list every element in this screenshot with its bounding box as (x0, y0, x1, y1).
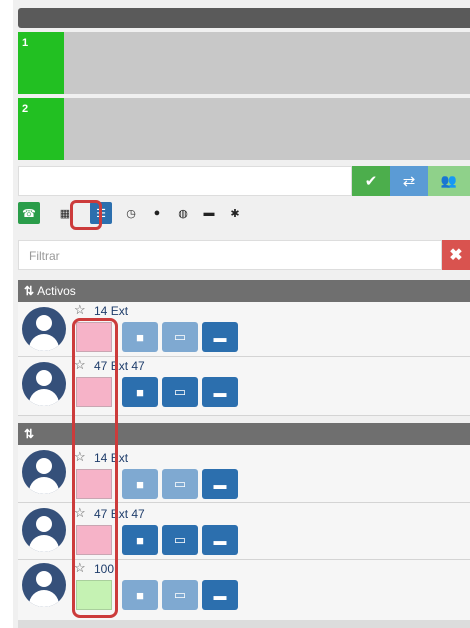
line-1[interactable]: 1 (18, 32, 470, 94)
chat-button[interactable]: ▬ (202, 525, 238, 555)
avatar (22, 362, 66, 406)
filter-input[interactable]: Filtrar (18, 240, 442, 270)
line-2-indicator: 2 (18, 98, 64, 160)
video-icon: ■ (136, 329, 144, 345)
video-icon: ■ (136, 476, 144, 492)
avatar (22, 508, 66, 552)
chat-button[interactable]: ▬ (202, 580, 238, 610)
avatar (22, 563, 66, 607)
sort-icon: ⇅ (24, 427, 35, 441)
avatar (22, 450, 66, 494)
dial-bar: ✔ ⇄ 👥 (18, 166, 470, 196)
line-2[interactable]: 2 (18, 98, 470, 160)
video-button[interactable]: ■ (122, 580, 158, 610)
tab-chat[interactable]: ▬ (198, 202, 220, 224)
highlight-presence-column (72, 318, 118, 618)
video-button[interactable]: ■ (122, 377, 158, 407)
chat-button[interactable]: ▬ (202, 322, 238, 352)
chat-icon: ▬ (213, 587, 227, 603)
line-2-number: 2 (22, 103, 29, 115)
globe-icon: ◍ (178, 207, 188, 220)
chat-icon: ▬ (203, 207, 215, 219)
line-1-number: 1 (22, 37, 29, 49)
group-header-activos[interactable]: ⇅ Activos (18, 280, 470, 302)
bottom-edge (18, 620, 470, 628)
video-icon: ■ (136, 587, 144, 603)
chat-icon: ▬ (213, 329, 227, 345)
sort-icon: ⇅ (24, 284, 35, 298)
screen-icon: ▭ (173, 476, 187, 491)
filter-bar: Filtrar ✖ (18, 240, 470, 270)
conference-icon: 👥 (440, 173, 458, 188)
chat-button[interactable]: ▬ (202, 469, 238, 499)
screen-share-button[interactable]: ▭ (162, 322, 198, 352)
screen-share-button[interactable]: ▭ (162, 469, 198, 499)
phone-icon: ☎ (22, 207, 36, 220)
dial-input[interactable] (18, 166, 352, 196)
line-1-indicator: 1 (18, 32, 64, 94)
screen-icon: ▭ (173, 587, 187, 602)
group-title: Activos (37, 284, 76, 298)
call-button[interactable]: ✔ (352, 166, 390, 196)
gear-icon: ✱ (230, 207, 240, 220)
screen-share-button[interactable]: ▭ (162, 525, 198, 555)
close-icon: ✖ (449, 247, 463, 264)
clear-filter-button[interactable]: ✖ (442, 240, 470, 270)
screen-icon: ▭ (173, 532, 187, 547)
tab-web[interactable]: ◍ (172, 202, 194, 224)
video-icon: ■ (136, 384, 144, 400)
screen-icon: ▭ (173, 384, 187, 399)
contact-label: 14 Ext (94, 304, 129, 318)
clock-icon: ◷ (126, 207, 136, 220)
transfer-button[interactable]: ⇄ (390, 166, 428, 196)
keypad-icon: ▦ (59, 207, 71, 220)
screen-share-button[interactable]: ▭ (162, 580, 198, 610)
avatar (22, 307, 66, 351)
chat-button[interactable]: ▬ (202, 377, 238, 407)
transfer-icon: ⇄ (402, 173, 416, 190)
title-bar (18, 8, 470, 28)
tab-settings[interactable]: ✱ (224, 202, 246, 224)
check-icon: ✔ (364, 173, 378, 190)
chat-icon: ▬ (213, 532, 227, 548)
chat-icon: ▬ (213, 476, 227, 492)
video-icon: ■ (136, 532, 144, 548)
video-button[interactable]: ■ (122, 469, 158, 499)
highlight-contacts-tab (70, 200, 102, 230)
screen-icon: ▭ (173, 329, 187, 344)
tab-history[interactable]: ◷ (120, 202, 142, 224)
tab-user[interactable]: ● (146, 202, 168, 224)
screen-share-button[interactable]: ▭ (162, 377, 198, 407)
tab-phone[interactable]: ☎ (18, 202, 40, 224)
video-button[interactable]: ■ (122, 322, 158, 352)
conference-button[interactable]: 👥 (428, 166, 470, 196)
chat-icon: ▬ (213, 384, 227, 400)
user-icon: ● (153, 207, 161, 219)
video-button[interactable]: ■ (122, 525, 158, 555)
star-icon[interactable]: ☆ (74, 302, 86, 318)
